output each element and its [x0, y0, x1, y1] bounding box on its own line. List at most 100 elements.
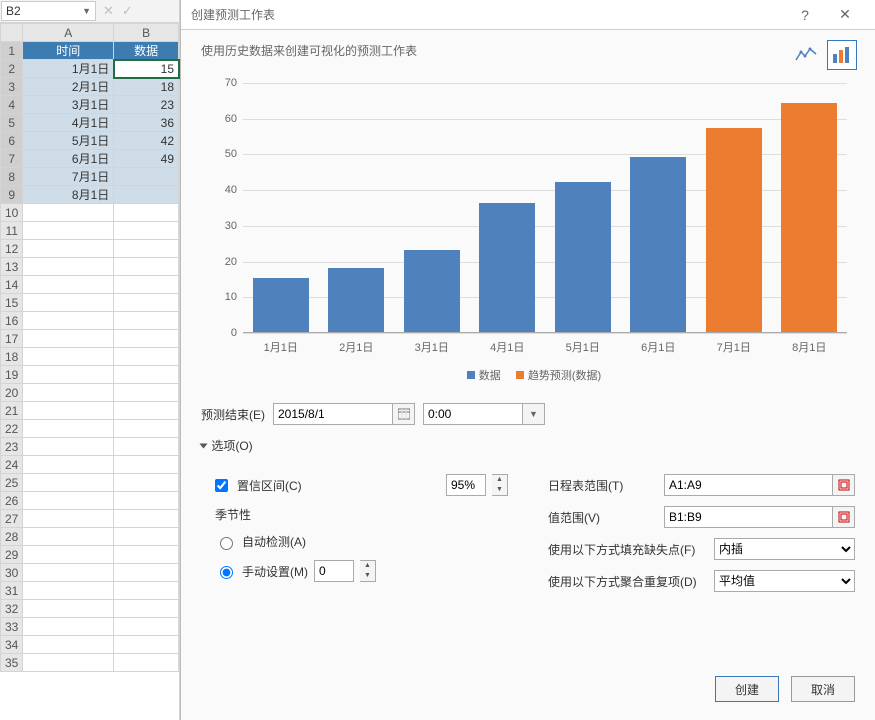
cell[interactable]: 49	[114, 150, 179, 168]
cell[interactable]	[23, 510, 114, 528]
cell[interactable]	[23, 240, 114, 258]
row-header[interactable]: 5	[1, 114, 23, 132]
row-header[interactable]: 20	[1, 384, 23, 402]
cell[interactable]: 23	[114, 96, 179, 114]
cell[interactable]: 1月1日	[23, 60, 114, 78]
row-header[interactable]: 26	[1, 492, 23, 510]
cell[interactable]	[23, 654, 114, 672]
cell[interactable]	[114, 402, 179, 420]
cell[interactable]: 6月1日	[23, 150, 114, 168]
cell[interactable]	[114, 564, 179, 582]
cell[interactable]	[114, 312, 179, 330]
confirm-formula-icon[interactable]: ✓	[122, 3, 133, 19]
cell[interactable]	[114, 276, 179, 294]
bar-chart-button[interactable]	[827, 40, 857, 70]
timeline-range-input[interactable]	[664, 474, 833, 496]
cell[interactable]	[23, 276, 114, 294]
cell[interactable]	[114, 348, 179, 366]
row-header[interactable]: 21	[1, 402, 23, 420]
row-header[interactable]: 4	[1, 96, 23, 114]
confidence-checkbox[interactable]	[215, 479, 228, 492]
help-button[interactable]: ?	[785, 7, 825, 23]
cell[interactable]	[23, 330, 114, 348]
row-header[interactable]: 23	[1, 438, 23, 456]
cell[interactable]: 36	[114, 114, 179, 132]
row-header[interactable]: 24	[1, 456, 23, 474]
cell[interactable]: 42	[114, 132, 179, 150]
range-picker-icon[interactable]	[833, 506, 855, 528]
row-header[interactable]: 12	[1, 240, 23, 258]
row-header[interactable]: 7	[1, 150, 23, 168]
cell[interactable]	[23, 420, 114, 438]
row-header[interactable]: 25	[1, 474, 23, 492]
row-header[interactable]: 19	[1, 366, 23, 384]
row-header[interactable]: 22	[1, 420, 23, 438]
cell[interactable]	[114, 582, 179, 600]
cell[interactable]	[114, 636, 179, 654]
cell[interactable]	[23, 474, 114, 492]
cell[interactable]	[23, 222, 114, 240]
row-header[interactable]: 3	[1, 78, 23, 96]
row-header[interactable]: 34	[1, 636, 23, 654]
cell[interactable]	[114, 600, 179, 618]
cell[interactable]	[23, 438, 114, 456]
confidence-value-input[interactable]	[446, 474, 486, 496]
cell[interactable]	[23, 636, 114, 654]
cell[interactable]	[114, 222, 179, 240]
forecast-end-time-input[interactable]	[423, 403, 523, 425]
auto-detect-radio[interactable]	[220, 537, 233, 550]
row-header[interactable]: 30	[1, 564, 23, 582]
cell[interactable]	[114, 204, 179, 222]
manual-set-radio[interactable]	[220, 566, 233, 579]
cell[interactable]	[23, 528, 114, 546]
row-header[interactable]: 15	[1, 294, 23, 312]
cell[interactable]	[23, 582, 114, 600]
cell[interactable]	[23, 492, 114, 510]
row-header[interactable]: 35	[1, 654, 23, 672]
row-header[interactable]: 27	[1, 510, 23, 528]
time-dropdown-button[interactable]: ▼	[523, 403, 545, 425]
grid[interactable]: AB1时间数据21月1日1532月1日1843月1日2354月1日3665月1日…	[0, 23, 179, 672]
row-header[interactable]: 18	[1, 348, 23, 366]
row-header[interactable]: 29	[1, 546, 23, 564]
row-header[interactable]: 11	[1, 222, 23, 240]
cell[interactable]: 数据	[114, 42, 179, 60]
row-header[interactable]: 32	[1, 600, 23, 618]
row-header[interactable]: 9	[1, 186, 23, 204]
create-button[interactable]: 创建	[715, 676, 779, 702]
cell[interactable]	[23, 204, 114, 222]
row-header[interactable]: 28	[1, 528, 23, 546]
row-header[interactable]: 8	[1, 168, 23, 186]
manual-value-input[interactable]	[314, 560, 354, 582]
cell[interactable]: 7月1日	[23, 168, 114, 186]
col-header[interactable]: A	[23, 24, 114, 42]
cell[interactable]	[23, 348, 114, 366]
cell[interactable]	[114, 168, 179, 186]
cell[interactable]	[23, 564, 114, 582]
aggregate-select[interactable]: 平均值	[714, 570, 855, 592]
cell[interactable]	[114, 528, 179, 546]
close-button[interactable]: ✕	[825, 6, 865, 23]
calendar-icon[interactable]	[393, 403, 415, 425]
cell[interactable]	[23, 618, 114, 636]
fill-missing-select[interactable]: 内插	[714, 538, 855, 560]
cell[interactable]	[114, 492, 179, 510]
cell[interactable]	[23, 384, 114, 402]
cell[interactable]	[114, 384, 179, 402]
cell[interactable]	[114, 618, 179, 636]
cell[interactable]	[114, 654, 179, 672]
cell[interactable]: 4月1日	[23, 114, 114, 132]
cell[interactable]: 5月1日	[23, 132, 114, 150]
cell[interactable]	[114, 366, 179, 384]
line-chart-button[interactable]	[791, 40, 821, 70]
cell[interactable]: 8月1日	[23, 186, 114, 204]
cell[interactable]	[114, 330, 179, 348]
cell[interactable]: 3月1日	[23, 96, 114, 114]
forecast-end-date-input[interactable]	[273, 403, 393, 425]
row-header[interactable]: 2	[1, 60, 23, 78]
cell[interactable]	[114, 420, 179, 438]
name-box[interactable]: B2 ▼	[1, 1, 96, 21]
row-header[interactable]: 1	[1, 42, 23, 60]
cell[interactable]	[23, 456, 114, 474]
row-header[interactable]: 14	[1, 276, 23, 294]
